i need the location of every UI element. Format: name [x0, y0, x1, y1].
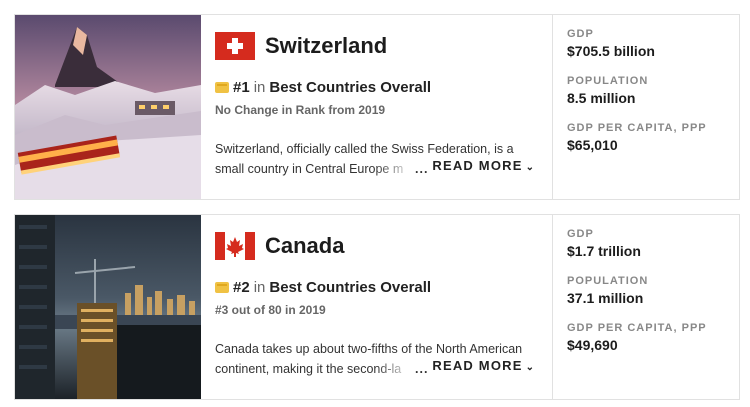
stat-label-population: POPULATION	[567, 275, 649, 287]
rank-in-text: in	[253, 79, 266, 96]
rank-change: No Change in Rank from 2019	[215, 103, 386, 117]
rank-row: #1 in Best Countries Overall	[215, 79, 538, 96]
read-more-button[interactable]: READ MORE ⌄	[432, 158, 534, 173]
ellipsis: ...	[415, 362, 429, 376]
toronto-skyline-photo-icon	[15, 215, 201, 399]
rank-list-link[interactable]: Best Countries Overall	[269, 279, 431, 296]
stat-value-gdp: $705.5 billion	[567, 43, 655, 59]
chevron-down-icon: ⌄	[525, 362, 534, 373]
read-more-label: READ MORE	[432, 158, 523, 173]
rank-number: #2	[233, 279, 250, 296]
stat-label-gdp: GDP	[567, 28, 594, 40]
description-line-1: Switzerland, officially called the Swiss…	[215, 142, 514, 156]
stat-value-gdp-per-capita: $65,010	[567, 137, 618, 153]
rank-number: #1	[233, 79, 250, 96]
stat-value-population: 8.5 million	[567, 90, 636, 106]
description-line-1: Canada takes up about two-fifths of the …	[215, 342, 523, 356]
description-line-2: small country in Central Europe m	[215, 162, 404, 176]
canada-flag-icon	[215, 232, 255, 260]
matterhorn-photo-icon	[15, 15, 201, 199]
description-line-2: continent, making it the second-la	[215, 362, 402, 376]
read-more-button[interactable]: READ MORE ⌄	[432, 358, 534, 373]
country-photo[interactable]	[15, 15, 201, 199]
chevron-down-icon: ⌄	[525, 162, 534, 173]
country-card-canada[interactable]: Canada #2 in Best Countries Overall #3 o…	[14, 214, 740, 400]
rank-list-link[interactable]: Best Countries Overall	[269, 79, 431, 96]
medal-icon	[215, 282, 229, 293]
rank-change: #3 out of 80 in 2019	[215, 303, 326, 317]
country-card-switzerland[interactable]: Switzerland #1 in Best Countries Overall…	[14, 14, 740, 200]
country-name[interactable]: Switzerland	[265, 33, 387, 59]
card-main: Canada #2 in Best Countries Overall #3 o…	[201, 215, 553, 399]
rank-in-text: in	[253, 279, 266, 296]
stat-value-gdp-per-capita: $49,690	[567, 337, 618, 353]
stat-value-gdp: $1.7 trillion	[567, 243, 641, 259]
stat-label-gdp: GDP	[567, 228, 594, 240]
card-main: Switzerland #1 in Best Countries Overall…	[201, 15, 553, 199]
stat-label-gdp-per-capita: GDP PER CAPITA, PPP	[567, 122, 707, 134]
stats-panel: GDP $705.5 billion POPULATION 8.5 millio…	[553, 15, 739, 199]
medal-icon	[215, 82, 229, 93]
stats-panel: GDP $1.7 trillion POPULATION 37.1 millio…	[553, 215, 739, 399]
ellipsis: ...	[415, 162, 429, 176]
country-photo[interactable]	[15, 215, 201, 399]
swiss-flag-icon	[215, 32, 255, 60]
stat-value-population: 37.1 million	[567, 290, 644, 306]
stat-label-gdp-per-capita: GDP PER CAPITA, PPP	[567, 322, 707, 334]
rank-row: #2 in Best Countries Overall	[215, 279, 538, 296]
read-more-label: READ MORE	[432, 358, 523, 373]
country-name[interactable]: Canada	[265, 233, 344, 259]
stat-label-population: POPULATION	[567, 75, 649, 87]
